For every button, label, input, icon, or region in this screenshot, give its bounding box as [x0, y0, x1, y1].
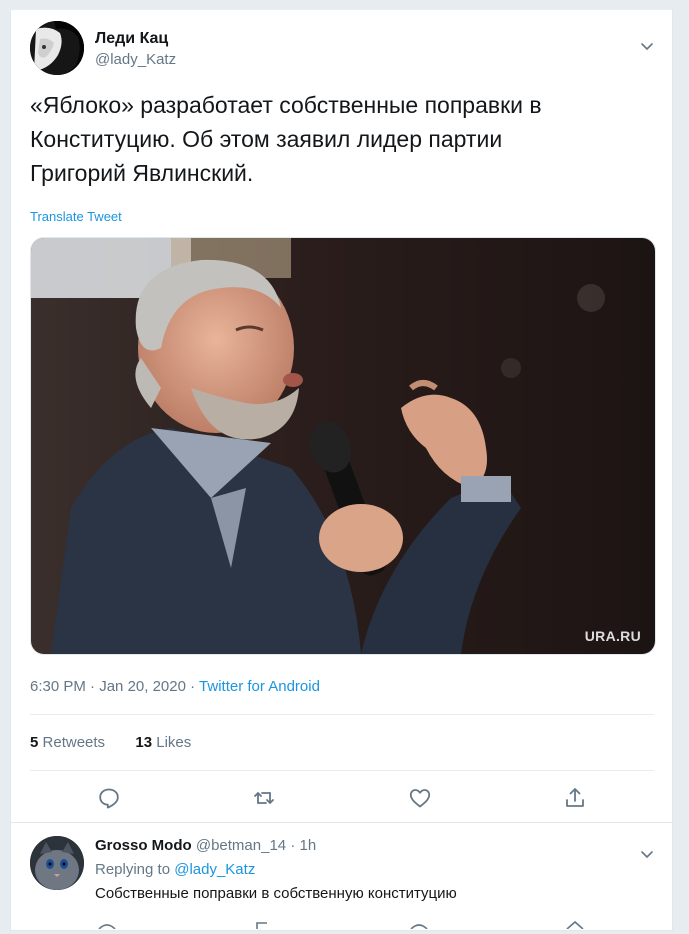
reply-author-handle[interactable]: @betman_14 — [196, 837, 286, 854]
translate-tweet-link[interactable]: Translate Tweet — [30, 209, 122, 224]
divider — [30, 714, 654, 715]
tweet-stats: 5 Retweets 13 Likes — [30, 734, 191, 751]
share-icon[interactable] — [563, 786, 587, 810]
tweet-source[interactable]: Twitter for Android — [199, 678, 320, 695]
like-icon[interactable] — [408, 786, 432, 810]
retweet-icon[interactable] — [252, 786, 276, 810]
replying-to: Replying to @lady_Katz — [95, 861, 255, 878]
tweet-text: «Яблоко» разработает собственные поправк… — [30, 92, 542, 186]
reply-icon[interactable] — [97, 786, 121, 810]
tweet-time[interactable]: 6:30 PM — [30, 678, 86, 695]
chevron-down-icon[interactable] — [639, 846, 655, 862]
tweet-meta: 6:30 PM · Jan 20, 2020 · Twitter for And… — [30, 678, 320, 695]
divider — [11, 822, 672, 823]
likes-count: 13 — [135, 734, 153, 751]
chevron-down-icon[interactable] — [639, 38, 655, 54]
tweet-photo[interactable]: URA.RU — [30, 237, 656, 655]
author-avatar[interactable] — [30, 21, 84, 75]
reply-text: Собственные поправки в собственную конст… — [95, 885, 457, 902]
reply-time[interactable]: 1h — [299, 837, 316, 854]
retweets-label: Retweets — [42, 734, 106, 751]
reply-author-name[interactable]: Grosso Modo — [95, 837, 192, 854]
reply-actions-cut — [97, 916, 597, 930]
author-name[interactable]: Леди Кац — [95, 30, 168, 48]
retweets-count: 5 — [30, 734, 39, 751]
tweet[interactable]: Леди Кац @lady_Katz «Яблоко» разработает… — [11, 10, 672, 822]
photo-watermark: URA.RU — [584, 628, 641, 644]
divider — [30, 770, 654, 771]
meta-separator: · — [90, 678, 100, 695]
replying-to-handle[interactable]: @lady_Katz — [174, 861, 255, 878]
likes-stat[interactable]: 13 Likes — [135, 734, 191, 751]
reply-author-avatar[interactable] — [30, 836, 84, 890]
author-handle[interactable]: @lady_Katz — [95, 51, 176, 68]
reply-header: Grosso Modo @betman_14 · 1h — [95, 837, 316, 854]
likes-label: Likes — [156, 734, 192, 751]
meta-separator: · — [290, 837, 296, 854]
meta-separator: · — [190, 678, 200, 695]
retweets-stat[interactable]: 5 Retweets — [30, 734, 105, 751]
tweet-date[interactable]: Jan 20, 2020 — [99, 678, 186, 695]
replying-label: Replying to — [95, 861, 171, 878]
timeline-card: Леди Кац @lady_Katz «Яблоко» разработает… — [10, 10, 673, 931]
